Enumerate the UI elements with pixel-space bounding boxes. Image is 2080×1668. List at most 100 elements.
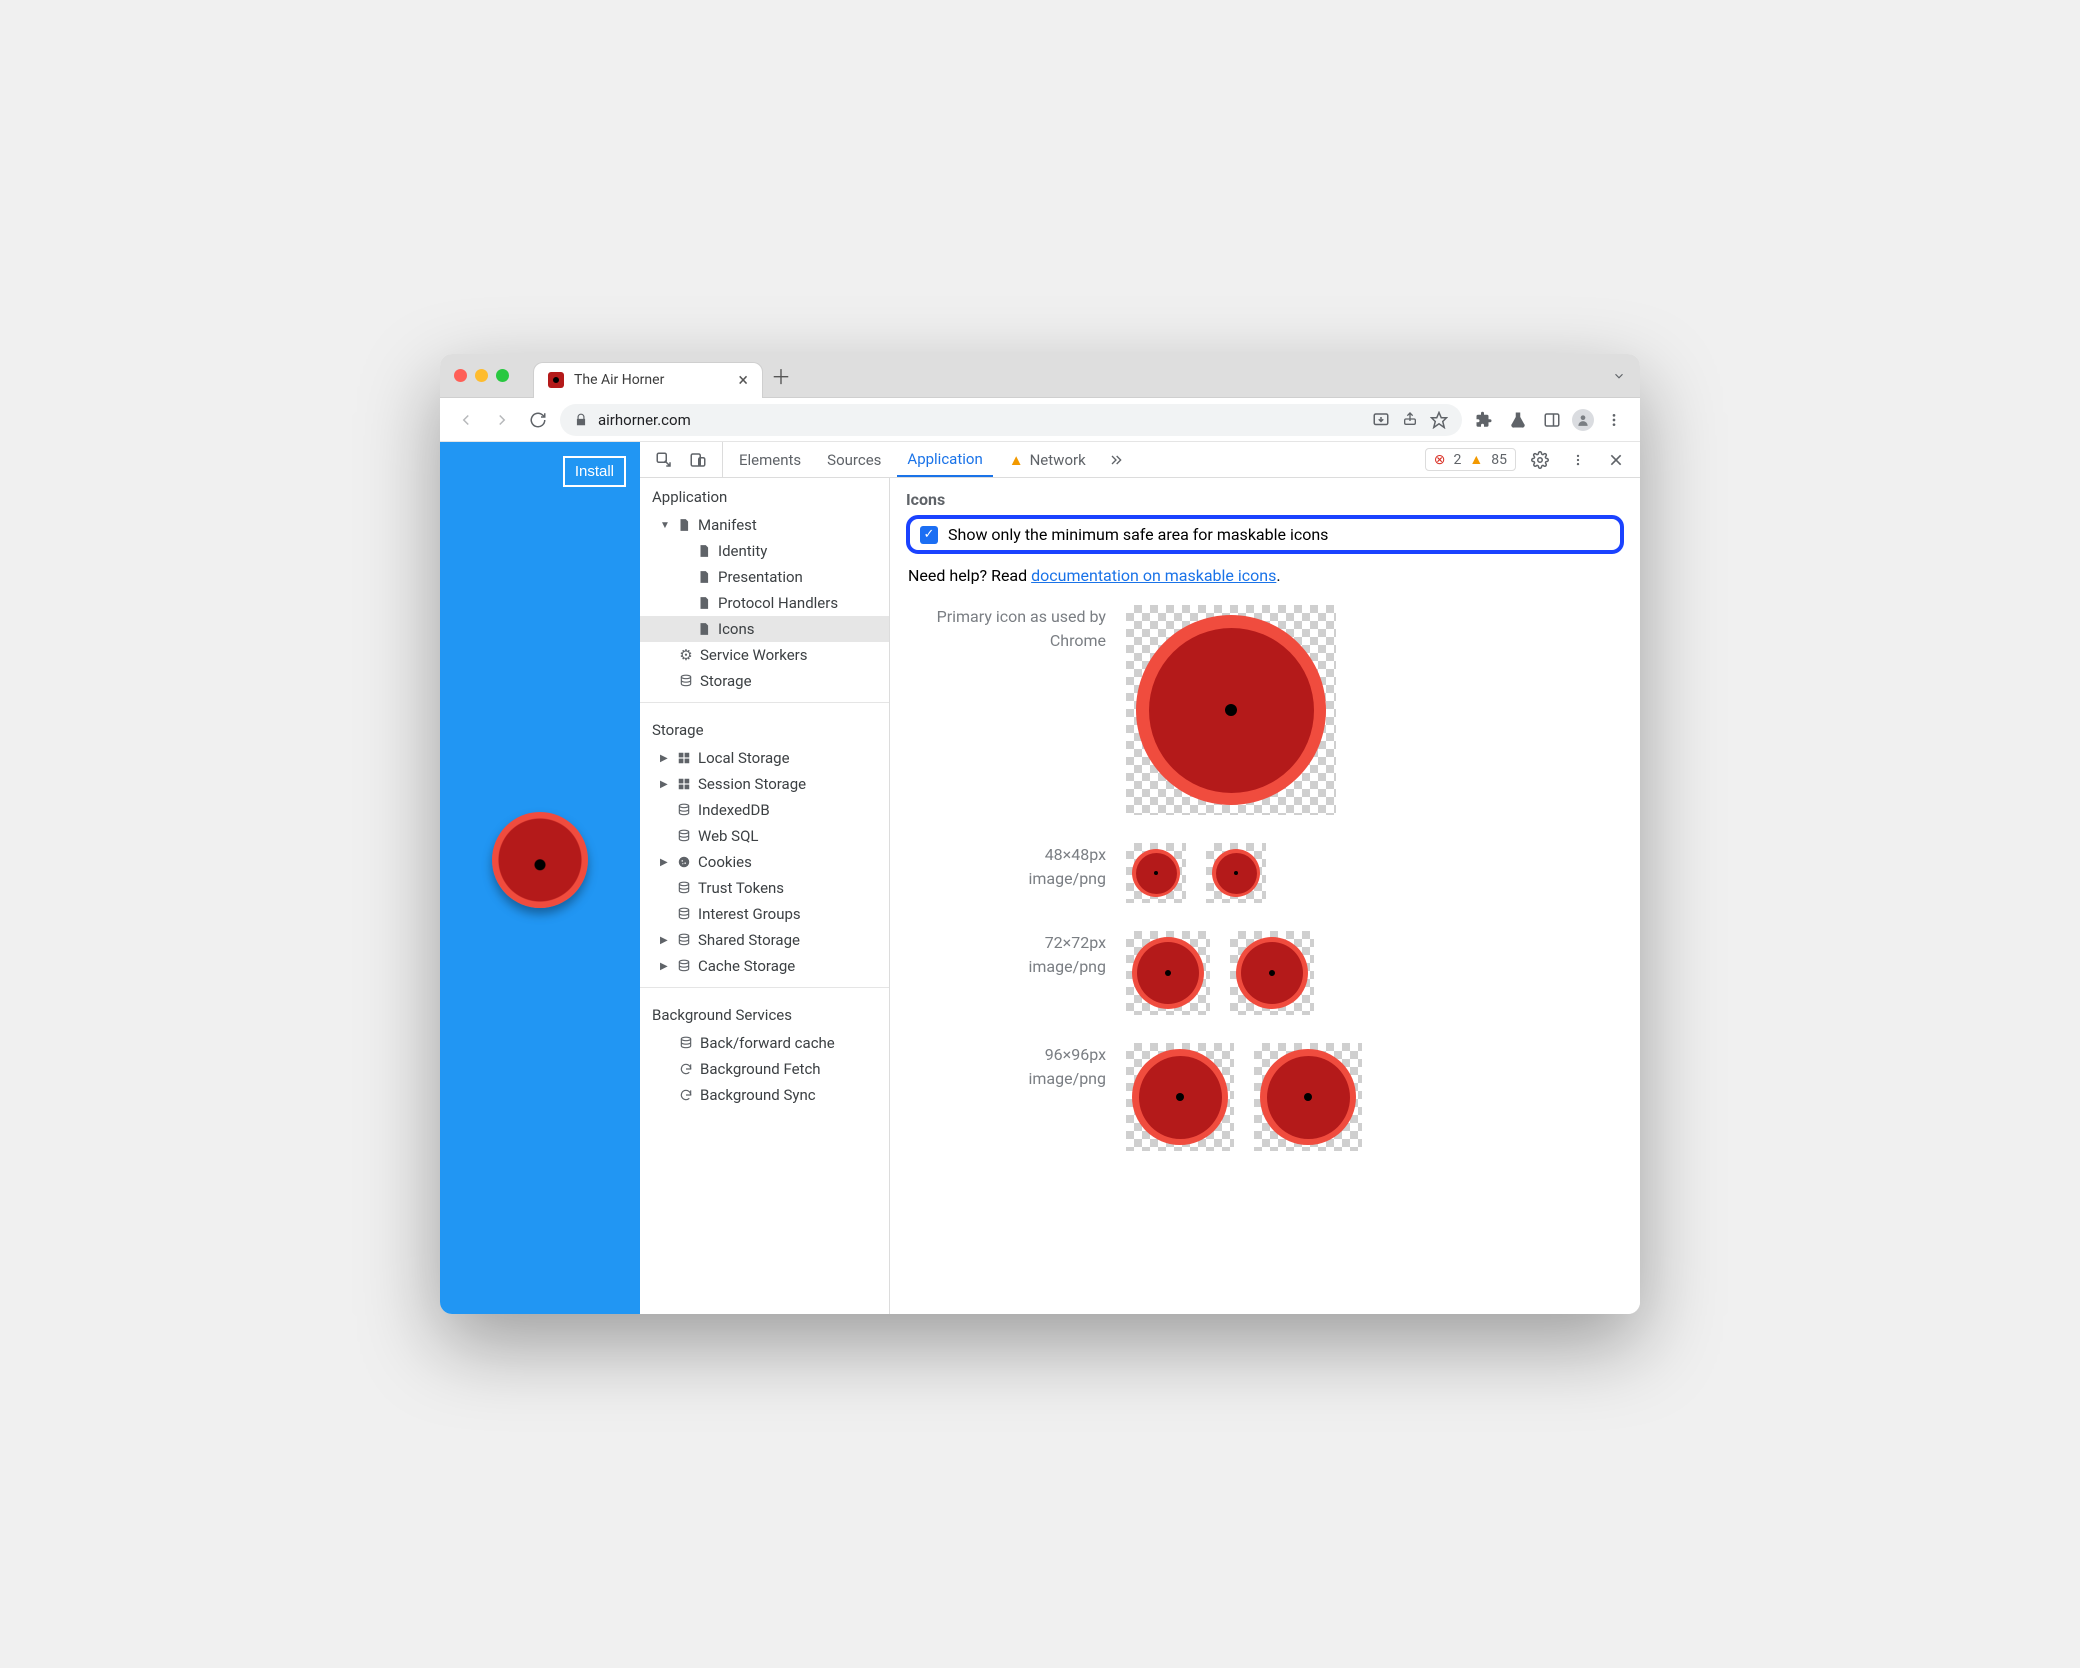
- share-icon[interactable]: [1402, 411, 1418, 429]
- devtools-menu-icon[interactable]: [1564, 446, 1592, 474]
- warning-icon: ▲: [1009, 451, 1024, 469]
- icon-preview: [1126, 931, 1210, 1015]
- browser-menu-button[interactable]: [1600, 406, 1628, 434]
- sidebar-item-back-forward-cache[interactable]: Back/forward cache: [640, 1030, 889, 1056]
- tab-title: The Air Horner: [574, 372, 664, 388]
- lock-icon: [574, 413, 588, 427]
- icons-panel: Icons ✓ Show only the minimum safe area …: [890, 478, 1640, 1314]
- forward-button[interactable]: [488, 406, 516, 434]
- sidebar-item-presentation[interactable]: Presentation: [640, 564, 889, 590]
- document-icon: [696, 595, 712, 611]
- install-button[interactable]: Install: [563, 456, 626, 487]
- inspect-element-icon[interactable]: [650, 446, 678, 474]
- icon-size-label: 96×96pximage/png: [906, 1043, 1106, 1091]
- omnibox[interactable]: airhorner.com: [560, 404, 1462, 436]
- sidebar-item-storage[interactable]: Storage: [640, 668, 889, 694]
- sidebar-item-cookies[interactable]: ▶Cookies: [640, 849, 889, 875]
- omnibox-url: airhorner.com: [598, 411, 691, 429]
- profile-avatar[interactable]: [1572, 409, 1594, 431]
- tab-application[interactable]: Application: [897, 442, 992, 477]
- db-icon: [678, 1035, 694, 1051]
- sidebar-item-icons[interactable]: Icons: [640, 616, 889, 642]
- db-icon: [676, 802, 692, 818]
- devtools-tabbar: Elements Sources Application ▲Network ⊗ 2…: [640, 442, 1640, 478]
- error-icon: ⊗: [1434, 452, 1446, 468]
- help-text: Need help? Read documentation on maskabl…: [908, 566, 1622, 585]
- sidebar-item-background-fetch[interactable]: Background Fetch: [640, 1056, 889, 1082]
- sync-icon: [678, 1087, 694, 1103]
- database-icon: [678, 673, 694, 689]
- close-tab-button[interactable]: ×: [738, 370, 748, 391]
- device-toggle-icon[interactable]: [684, 446, 712, 474]
- labs-icon[interactable]: [1504, 406, 1532, 434]
- icon-size-label: 48×48pximage/png: [906, 843, 1106, 891]
- sidebar-item-local-storage[interactable]: ▶Local Storage: [640, 745, 889, 771]
- section-application: Application: [640, 478, 889, 512]
- install-pwa-icon[interactable]: [1372, 411, 1390, 429]
- favicon-icon: [548, 372, 564, 388]
- minimize-window-button[interactable]: [475, 369, 488, 382]
- sidebar-item-trust-tokens[interactable]: Trust Tokens: [640, 875, 889, 901]
- devtools-close-icon[interactable]: [1602, 446, 1630, 474]
- devtools: Elements Sources Application ▲Network ⊗ 2…: [640, 442, 1640, 1314]
- warning-icon: ▲: [1469, 451, 1483, 468]
- page-content: Install: [440, 442, 640, 1314]
- document-icon: [696, 621, 712, 637]
- airhorn-button[interactable]: [492, 812, 588, 908]
- db-icon: [676, 932, 692, 948]
- sidebar-item-indexeddb[interactable]: IndexedDB: [640, 797, 889, 823]
- primary-icon-label: Primary icon as used by Chrome: [906, 605, 1106, 653]
- sidebar-item-background-sync[interactable]: Background Sync: [640, 1082, 889, 1108]
- fullscreen-window-button[interactable]: [496, 369, 509, 382]
- checkbox-checked-icon[interactable]: ✓: [920, 526, 938, 544]
- sidebar-item-cache-storage[interactable]: ▶Cache Storage: [640, 953, 889, 979]
- reload-button[interactable]: [524, 406, 552, 434]
- sidebar-item-web-sql[interactable]: Web SQL: [640, 823, 889, 849]
- sidebar-item-identity[interactable]: Identity: [640, 538, 889, 564]
- sidepanel-icon[interactable]: [1538, 406, 1566, 434]
- icon-preview: [1126, 843, 1186, 903]
- extensions-icon[interactable]: [1470, 406, 1498, 434]
- sidebar-item-service-workers[interactable]: ⚙Service Workers: [640, 642, 889, 668]
- issues-badge[interactable]: ⊗ 2 ▲ 85: [1425, 448, 1516, 471]
- sidebar-item-interest-groups[interactable]: Interest Groups: [640, 901, 889, 927]
- bookmark-icon[interactable]: [1430, 411, 1448, 429]
- sidebar-item-protocol-handlers[interactable]: Protocol Handlers: [640, 590, 889, 616]
- window-controls: [454, 369, 509, 382]
- tab-elements[interactable]: Elements: [729, 442, 811, 477]
- help-link[interactable]: documentation on maskable icons: [1031, 566, 1276, 585]
- cookie-icon: [676, 854, 692, 870]
- maskable-safe-area-option[interactable]: ✓ Show only the minimum safe area for ma…: [906, 515, 1624, 554]
- back-button[interactable]: [452, 406, 480, 434]
- document-icon: [696, 569, 712, 585]
- close-window-button[interactable]: [454, 369, 467, 382]
- icon-size-label: 72×72pximage/png: [906, 931, 1106, 979]
- sidebar-item-session-storage[interactable]: ▶Session Storage: [640, 771, 889, 797]
- db-icon: [676, 958, 692, 974]
- browser-tab[interactable]: The Air Horner ×: [533, 362, 763, 398]
- tab-network[interactable]: ▲Network: [999, 442, 1096, 477]
- section-background-services: Background Services: [640, 996, 889, 1030]
- new-tab-button[interactable]: ＋: [771, 361, 791, 390]
- devtools-settings-icon[interactable]: [1526, 446, 1554, 474]
- gear-icon: ⚙: [678, 647, 694, 663]
- error-count: 2: [1454, 452, 1462, 468]
- tab-sources[interactable]: Sources: [817, 442, 891, 477]
- sync-icon: [678, 1061, 694, 1077]
- grid-icon: [676, 776, 692, 792]
- warning-count: 85: [1491, 452, 1507, 468]
- icon-preview: [1254, 1043, 1362, 1151]
- db-icon: [676, 906, 692, 922]
- application-sidebar: Application ▼Manifest Identity Presentat…: [640, 478, 890, 1314]
- sidebar-item-manifest[interactable]: ▼Manifest: [640, 512, 889, 538]
- section-storage: Storage: [640, 711, 889, 745]
- titlebar: The Air Horner × ＋: [440, 354, 1640, 398]
- tabs-dropdown-button[interactable]: [1612, 369, 1626, 383]
- tabs-overflow-button[interactable]: [1102, 452, 1130, 468]
- document-icon: [676, 517, 692, 533]
- primary-icon-preview: [1126, 605, 1336, 815]
- document-icon: [696, 543, 712, 559]
- sidebar-item-shared-storage[interactable]: ▶Shared Storage: [640, 927, 889, 953]
- db-icon: [676, 880, 692, 896]
- icon-preview: [1126, 1043, 1234, 1151]
